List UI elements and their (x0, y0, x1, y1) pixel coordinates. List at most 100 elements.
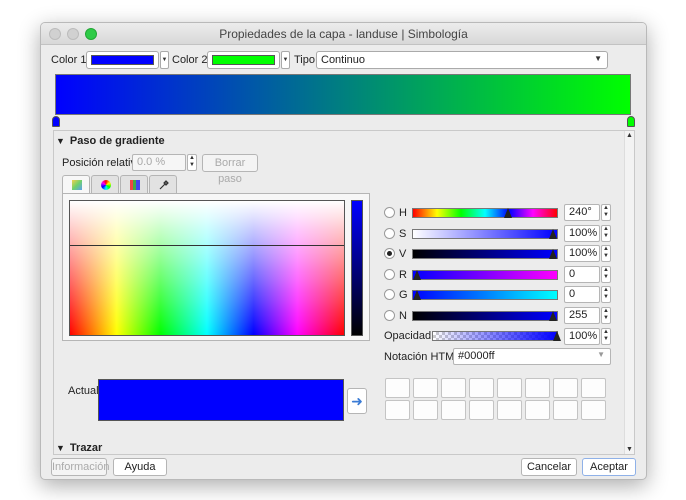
custom-color-swatch[interactable] (441, 378, 466, 398)
slider-n[interactable] (412, 311, 558, 321)
radio-h[interactable] (384, 207, 395, 218)
cancel-button[interactable]: Cancelar (521, 458, 577, 476)
html-color-input[interactable]: #0000ff ▼ (453, 348, 611, 365)
tab-swatch-grid[interactable] (120, 175, 148, 193)
informacion-button[interactable]: Información (51, 458, 109, 476)
posicion-relativa-stepper[interactable]: ▲ ▼ (187, 154, 197, 171)
radio-s[interactable] (384, 228, 395, 239)
layer-properties-dialog: Propiedades de la capa - landuse | Simbo… (40, 22, 647, 480)
gradient-stop-start-handle[interactable] (52, 116, 60, 127)
slider-s[interactable] (412, 229, 558, 239)
value-strip[interactable] (351, 200, 363, 336)
channel-value-v[interactable]: 100% (564, 245, 600, 262)
ayuda-button[interactable]: Ayuda (113, 458, 167, 476)
custom-color-swatch[interactable] (413, 378, 438, 398)
color-square-panel (62, 193, 370, 341)
slider-s-handle[interactable] (549, 229, 557, 239)
channel-label-r: R (399, 269, 407, 281)
custom-color-swatch[interactable] (441, 400, 466, 420)
slider-g-handle[interactable] (413, 290, 421, 300)
notacion-html-label: Notación HTML (384, 351, 461, 363)
color2-swatch (212, 55, 275, 65)
custom-color-swatch[interactable] (469, 378, 494, 398)
custom-color-swatch[interactable] (525, 400, 550, 420)
tipo-label: Tipo (294, 54, 315, 66)
channel-value-n[interactable]: 255 (564, 307, 600, 324)
color1-button[interactable] (86, 51, 159, 69)
custom-color-swatch[interactable] (497, 400, 522, 420)
custom-color-swatch[interactable] (581, 400, 606, 420)
opacidad-label: Opacidad (384, 330, 432, 342)
custom-color-swatch[interactable] (385, 400, 410, 420)
current-color-swatch (98, 379, 344, 421)
eyedropper-icon (159, 180, 169, 190)
slider-opacidad[interactable] (432, 331, 561, 341)
radio-g[interactable] (384, 289, 395, 300)
vertical-scrollbar[interactable]: ▲ ▼ (624, 131, 634, 454)
color2-button[interactable] (207, 51, 280, 69)
channel-stepper-n[interactable]: ▲ ▼ (601, 307, 611, 324)
custom-color-swatch[interactable] (525, 378, 550, 398)
scroll-up-icon[interactable]: ▲ (626, 132, 633, 139)
tipo-value: Continuo (321, 54, 366, 66)
radio-r[interactable] (384, 269, 395, 280)
tab-color-square[interactable] (62, 175, 90, 194)
color2-dropdown-button[interactable]: ▼ (281, 51, 290, 69)
posicion-relativa-input[interactable]: 0.0 % (132, 154, 186, 171)
channel-value-s[interactable]: 100% (564, 225, 600, 242)
channel-value-r[interactable]: 0 (564, 266, 600, 283)
custom-color-swatch[interactable] (553, 400, 578, 420)
color-square-icon (72, 180, 82, 190)
custom-color-swatch[interactable] (413, 400, 438, 420)
accept-button[interactable]: Aceptar (582, 458, 636, 476)
slider-r-handle[interactable] (413, 270, 421, 280)
gradient-stop-end-handle[interactable] (627, 116, 635, 127)
channel-stepper-v[interactable]: ▲ ▼ (601, 245, 611, 262)
slider-h[interactable] (412, 208, 558, 218)
arrow-right-icon: ➜ (351, 393, 363, 409)
custom-color-swatch[interactable] (497, 378, 522, 398)
chevron-down-icon: ▼ (597, 350, 605, 359)
opacidad-value[interactable]: 100% (564, 328, 600, 345)
tab-eyedropper[interactable] (149, 175, 177, 193)
tipo-select[interactable]: Continuo ▼ (316, 51, 608, 69)
title-bar: Propiedades de la capa - landuse | Simbo… (41, 23, 646, 45)
slider-v[interactable] (412, 249, 558, 259)
channel-label-g: G (399, 289, 408, 301)
custom-color-swatch[interactable] (469, 400, 494, 420)
custom-color-swatch[interactable] (385, 378, 410, 398)
trazar-title: Trazar (69, 442, 103, 454)
channel-stepper-g[interactable]: ▲ ▼ (601, 286, 611, 303)
channel-label-n: N (399, 310, 407, 322)
scroll-down-icon[interactable]: ▼ (626, 446, 633, 453)
gradient-preview[interactable] (55, 74, 631, 115)
trazar-section-header[interactable]: ▼ Trazar (56, 442, 102, 454)
custom-color-swatch[interactable] (581, 378, 606, 398)
slider-r[interactable] (412, 270, 558, 280)
radio-n[interactable] (384, 310, 395, 321)
custom-color-swatch[interactable] (553, 378, 578, 398)
opacidad-stepper[interactable]: ▲ ▼ (601, 328, 611, 345)
chevron-down-icon: ▼ (282, 57, 289, 63)
color-swatch-grid (385, 378, 611, 422)
gradient-stop-section-header[interactable]: ▼ Paso de gradiente (56, 135, 165, 147)
tab-color-wheel[interactable] (91, 175, 119, 193)
channel-stepper-s[interactable]: ▲ ▼ (601, 225, 611, 242)
slider-v-handle[interactable] (549, 249, 557, 259)
radio-v[interactable] (384, 248, 395, 259)
hue-saturation-square[interactable] (69, 200, 345, 336)
channel-stepper-h[interactable]: ▲ ▼ (601, 204, 611, 221)
borrar-paso-button[interactable]: Borrar paso (202, 154, 258, 185)
channel-value-h[interactable]: 240° (564, 204, 600, 221)
slider-g[interactable] (412, 290, 558, 300)
slider-opacidad-handle[interactable] (553, 331, 561, 341)
channel-stepper-r[interactable]: ▲ ▼ (601, 266, 611, 283)
properties-scroll-area: ▼ Paso de gradiente Posición relativa 0.0… (53, 130, 635, 455)
chevron-down-icon: ▼ (594, 54, 602, 63)
color2-label: Color 2 (172, 54, 208, 66)
slider-n-handle[interactable] (549, 311, 557, 321)
apply-color-arrow-button[interactable]: ➜ (347, 388, 367, 414)
channel-value-g[interactable]: 0 (564, 286, 600, 303)
slider-h-handle[interactable] (504, 208, 512, 218)
color1-dropdown-button[interactable]: ▼ (160, 51, 169, 69)
